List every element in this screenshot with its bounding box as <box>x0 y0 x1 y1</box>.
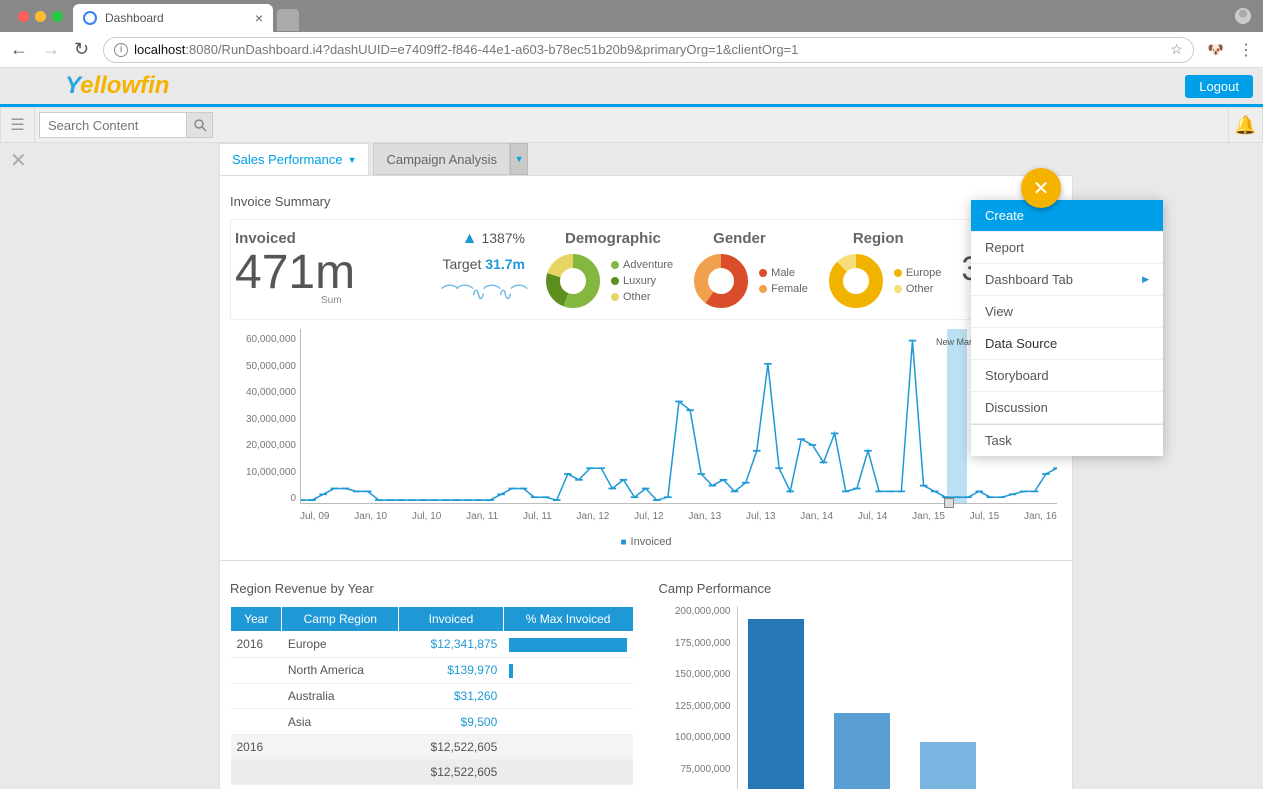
menu-item-storyboard[interactable]: Storyboard <box>971 360 1163 392</box>
legend-europe: Europe <box>894 267 941 279</box>
table-subtotal-row: 2016$12,522,605 <box>231 735 634 760</box>
kpi-region-label: Region <box>853 230 904 247</box>
search-icon <box>193 118 207 132</box>
section-title-region-revenue: Region Revenue by Year <box>230 581 634 596</box>
window-close-icon[interactable] <box>18 11 29 22</box>
chart-highlight-band[interactable] <box>947 329 967 503</box>
section-title-camp-performance: Camp Performance <box>659 581 1063 596</box>
legend-luxury: Luxury <box>611 275 673 287</box>
tab-sales-performance[interactable]: Sales Performance ▼ <box>219 143 369 175</box>
new-tab-button[interactable] <box>277 9 299 31</box>
kpi-demographic-label: Demographic <box>565 230 661 247</box>
menu-item-data-source[interactable]: Data Source <box>971 328 1163 360</box>
window-zoom-icon[interactable] <box>52 11 63 22</box>
kpi-target-value: Target 31.7m <box>442 256 525 272</box>
tab-dropdown-button[interactable]: ▼ <box>510 143 528 175</box>
section-title-invoice-summary: Invoice Summary <box>230 194 1062 209</box>
notifications-icon[interactable]: 🔔 <box>1228 108 1262 142</box>
menu-item-report[interactable]: Report <box>971 232 1163 264</box>
url-text: localhost:8080/RunDashboard.i4?dashUUID=… <box>134 42 1164 57</box>
table-header[interactable]: Invoiced <box>399 607 504 632</box>
line-y-axis: 60,000,00050,000,00040,000,00030,000,000… <box>230 334 296 504</box>
chart-drag-handle-icon[interactable] <box>944 498 954 508</box>
bookmark-star-icon[interactable]: ☆ <box>1170 41 1183 58</box>
kpi-invoiced-label: Invoiced <box>235 230 296 247</box>
logout-button[interactable]: Logout <box>1185 75 1253 98</box>
table-row[interactable]: Asia$9,500 <box>231 709 634 735</box>
donut-demographic <box>545 253 601 309</box>
kpi-gender-label: Gender <box>713 230 766 247</box>
line-x-axis: Jul, 09Jan, 10Jul, 10Jan, 11Jul, 11Jan, … <box>300 511 1057 522</box>
chevron-down-icon[interactable]: ▼ <box>348 155 357 165</box>
legend-region-other: Other <box>894 283 941 295</box>
region-revenue-table: YearCamp RegionInvoiced% Max Invoiced 20… <box>230 606 634 785</box>
browser-tab-title: Dashboard <box>105 11 164 25</box>
table-header[interactable]: Camp Region <box>282 607 399 632</box>
hamburger-menu-icon[interactable]: ☰ <box>1 108 35 142</box>
bar[interactable] <box>748 619 804 789</box>
donut-region <box>828 253 884 309</box>
menu-item-dashboard-tab[interactable]: Dashboard Tab▶ <box>971 264 1163 296</box>
create-menu-dropdown[interactable]: CreateReportDashboard Tab▶ViewData Sourc… <box>971 200 1163 456</box>
table-row[interactable]: 2016Europe$12,341,875 <box>231 632 634 658</box>
line-chart-svg <box>301 329 1057 503</box>
kpi-panel: Invoiced 471m Sum ▲ 1387% Target 31.7m ⌒… <box>230 219 1062 320</box>
kpi-target-delta: ▲ 1387% <box>462 230 525 248</box>
extension-icon[interactable]: 🐶 <box>1208 42 1224 58</box>
profile-avatar-icon[interactable] <box>1235 8 1251 24</box>
bar[interactable] <box>920 742 976 789</box>
legend-female: Female <box>759 283 808 295</box>
tab-campaign-analysis[interactable]: Campaign Analysis <box>373 143 510 175</box>
table-total-row: $12,522,605 <box>231 760 634 785</box>
tab-close-icon[interactable]: × <box>255 10 263 26</box>
browser-menu-icon[interactable]: ⋮ <box>1238 40 1253 60</box>
bar-y-axis: 200,000,000175,000,000150,000,000125,000… <box>659 606 731 789</box>
kpi-invoiced-value: 471m <box>235 249 355 297</box>
table-row[interactable]: North America$139,970 <box>231 657 634 683</box>
close-icon: ✕ <box>1033 176 1050 201</box>
bar[interactable] <box>834 713 890 789</box>
legend-adventure: Adventure <box>611 259 673 271</box>
table-row[interactable]: Australia$31,260 <box>231 683 634 709</box>
bar-plot-area <box>737 606 1063 789</box>
nav-reload-icon[interactable]: ↻ <box>74 39 89 60</box>
browser-tab-active[interactable]: Dashboard × <box>73 4 273 32</box>
line-plot-area[interactable]: New Marketing Cam <box>300 329 1057 504</box>
chevron-right-icon: ▶ <box>1142 274 1149 285</box>
search-input[interactable] <box>39 112 187 138</box>
table-header[interactable]: % Max Invoiced <box>503 607 633 632</box>
window-controls[interactable] <box>8 0 73 32</box>
search-button[interactable] <box>187 112 213 138</box>
site-info-icon[interactable]: i <box>114 43 128 57</box>
brand-logo: Yellowfin <box>65 72 169 100</box>
legend-other: Other <box>611 291 673 303</box>
tab-label: Sales Performance <box>232 152 343 167</box>
dashboard-tab-bar: Sales Performance ▼ Campaign Analysis ▼ <box>219 143 1263 175</box>
arrow-up-icon: ▲ <box>462 230 478 247</box>
camp-performance-bar-chart[interactable]: 200,000,000175,000,000150,000,000125,000… <box>659 606 1063 789</box>
menu-close-button[interactable]: ✕ <box>1021 168 1061 208</box>
menu-item-discussion[interactable]: Discussion <box>971 392 1163 424</box>
tab-label: Campaign Analysis <box>386 152 497 167</box>
menu-item-task[interactable]: Task <box>971 424 1163 456</box>
donut-gender <box>693 253 749 309</box>
line-legend: Invoiced <box>230 536 1062 548</box>
kpi-invoiced-sub: Sum <box>321 295 342 306</box>
legend-male: Male <box>759 267 808 279</box>
nav-back-icon[interactable]: ← <box>10 39 28 60</box>
favicon-icon <box>83 11 97 25</box>
panel-close-icon[interactable]: ✕ <box>10 148 27 173</box>
menu-item-view[interactable]: View <box>971 296 1163 328</box>
table-header[interactable]: Year <box>231 607 282 632</box>
address-bar[interactable]: i localhost:8080/RunDashboard.i4?dashUUI… <box>103 37 1194 63</box>
nav-forward-icon: → <box>42 39 60 60</box>
window-minimize-icon[interactable] <box>35 11 46 22</box>
sparkline-icon: ⌒⌒∿⌒∿⌒ <box>441 280 525 306</box>
menu-item-create[interactable]: Create <box>971 200 1163 232</box>
invoiced-line-chart[interactable]: 60,000,00050,000,00040,000,00030,000,000… <box>230 324 1062 534</box>
